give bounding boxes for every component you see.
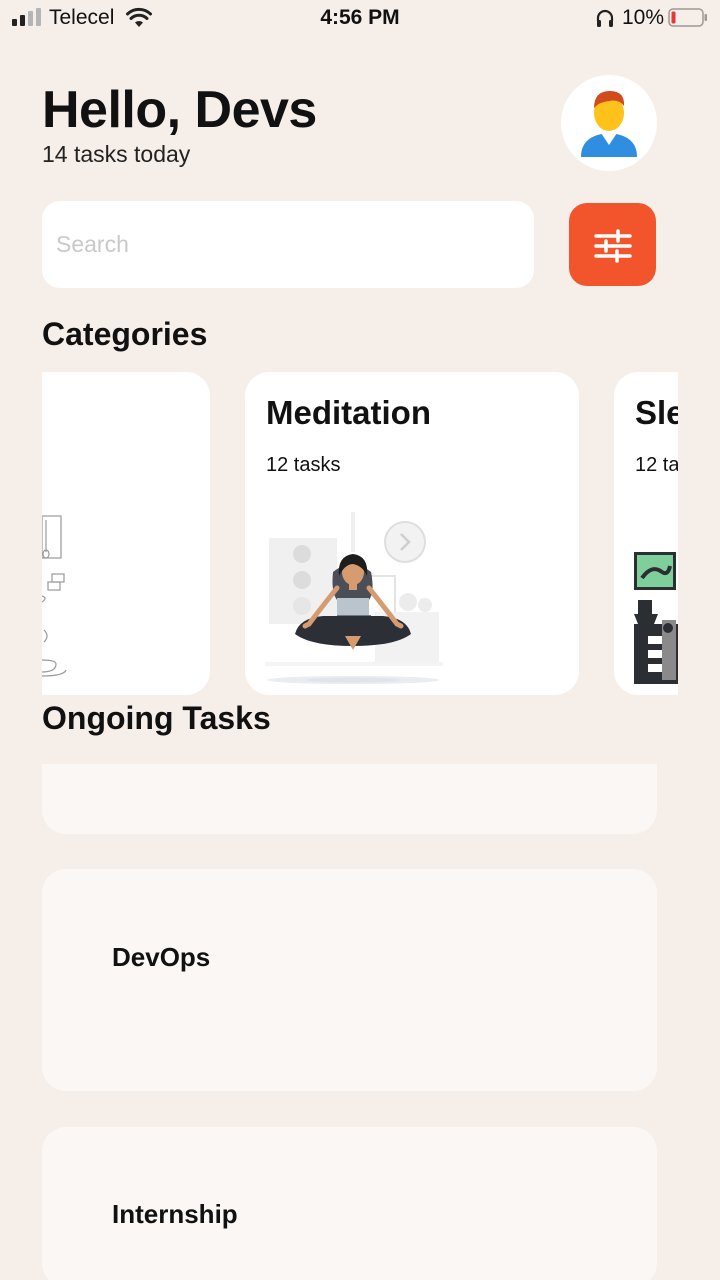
tasks-today-label: 14 tasks today: [42, 141, 191, 167]
status-bar: Telecel 4:56 PM 10%: [0, 0, 720, 36]
category-count: 12 ta: [635, 454, 678, 476]
user-avatar-icon: [581, 91, 637, 157]
ongoing-tasks-heading: Ongoing Tasks: [42, 700, 271, 736]
task-title: Internship: [112, 1199, 238, 1229]
greeting-title: Hello, Devs: [42, 81, 317, 139]
categories-carousel[interactable]: Meditation 12 tasks Sle 12 ta: [42, 372, 678, 696]
task-card[interactable]: [42, 764, 657, 834]
category-card-meditation[interactable]: Meditation 12 tasks: [245, 372, 579, 695]
kitchen-illustration: [42, 515, 67, 677]
search-box[interactable]: [42, 201, 534, 288]
category-card-sleep[interactable]: Sle 12 ta: [614, 372, 678, 695]
task-title: DevOps: [112, 942, 211, 972]
category-card[interactable]: [42, 372, 210, 695]
battery-percent: 10%: [622, 6, 665, 29]
meditation-illustration: [265, 512, 443, 684]
category-count: 12 tasks: [266, 454, 341, 476]
task-card-internship[interactable]: Internship: [42, 1127, 657, 1280]
headphones-icon: [596, 9, 614, 27]
filter-button[interactable]: [569, 203, 656, 286]
sliders-icon: [594, 229, 632, 263]
categories-heading: Categories: [42, 316, 208, 352]
battery-icon: [668, 8, 707, 27]
category-title: Sle: [635, 394, 678, 431]
bedroom-illustration: [634, 552, 678, 684]
category-title: Meditation: [266, 394, 431, 431]
search-input[interactable]: [42, 201, 534, 288]
task-card-devops[interactable]: DevOps: [42, 869, 657, 1091]
profile-avatar[interactable]: [561, 75, 657, 171]
